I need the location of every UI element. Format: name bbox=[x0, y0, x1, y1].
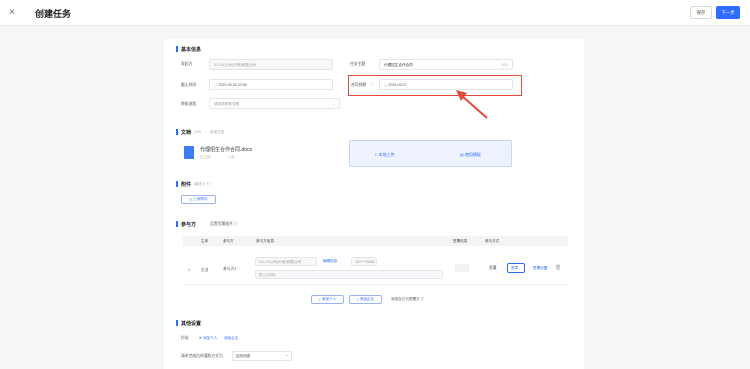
annotation-overlay bbox=[456, 90, 488, 119]
annotation-arrow bbox=[461, 95, 488, 119]
